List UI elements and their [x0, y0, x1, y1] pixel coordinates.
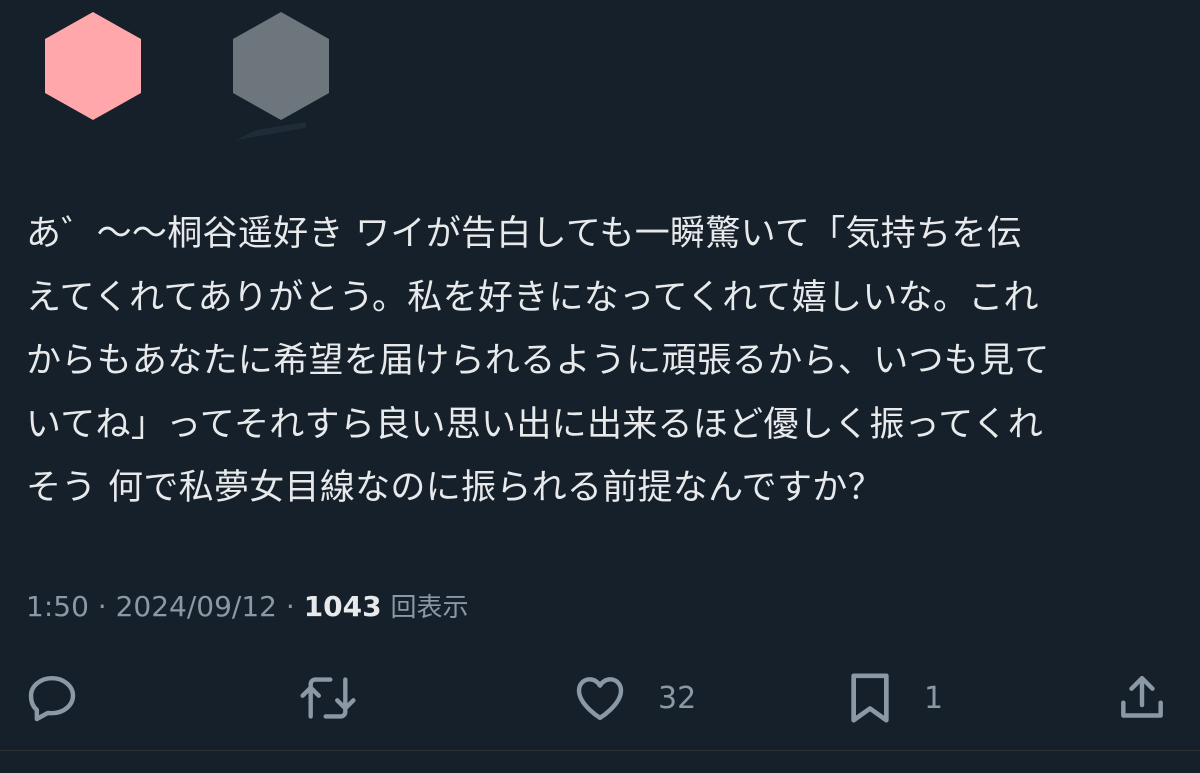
retweet-icon	[300, 677, 356, 719]
meta-separator: ·	[276, 590, 304, 623]
action-bar: 32 1	[0, 660, 1200, 736]
tweet-text-line: そう 何で私夢女目線なのに振られる前提なんですか？	[26, 468, 883, 508]
share-button[interactable]	[1114, 660, 1170, 736]
bookmark-button[interactable]: 1	[846, 660, 943, 736]
meta-separator: ·	[88, 590, 116, 623]
reply-icon	[28, 675, 76, 722]
tweet-date[interactable]: 2024/09/12	[116, 590, 277, 623]
tweet-text-line: いてね」ってそれすら良い思い出に出来るほど優しく振ってくれ	[26, 404, 1044, 445]
bookmark-icon	[851, 673, 889, 723]
share-icon	[1121, 675, 1163, 718]
tweet-text-line: えてくれてありがとう。私を好きになってくれて嬉しいな。これ	[26, 277, 1039, 318]
avatar-gray[interactable]	[233, 12, 329, 120]
heart-icon	[576, 677, 624, 721]
bottom-divider	[0, 750, 1200, 751]
tweet-text-line: からもあなたに希望を届けられるように頑張るから、いつも見て	[26, 341, 1050, 381]
avatar-shadow	[236, 122, 306, 140]
tweet-text-line: あ゛〜〜桐谷遥好き ワイが告白しても一瞬驚いて「気持ちを伝	[26, 214, 1022, 254]
views-count[interactable]: 1043	[304, 590, 382, 623]
like-count: 32	[658, 680, 697, 716]
avatar-pink[interactable]	[45, 12, 141, 120]
tweet-time[interactable]: 1:50	[26, 590, 89, 623]
tweet-text: あ゛〜〜桐谷遥好き ワイが告白しても一瞬驚いて「気持ちを伝 えてくれてありがとう…	[26, 203, 1176, 521]
like-button[interactable]: 32	[572, 660, 696, 736]
retweet-button[interactable]	[298, 660, 358, 736]
reply-button[interactable]	[24, 660, 80, 736]
bookmark-count: 1	[924, 680, 944, 716]
views-label: 回表示	[390, 593, 469, 623]
tweet-meta: 1:50 · 2024/09/12 · 1043 回表示	[26, 583, 469, 632]
